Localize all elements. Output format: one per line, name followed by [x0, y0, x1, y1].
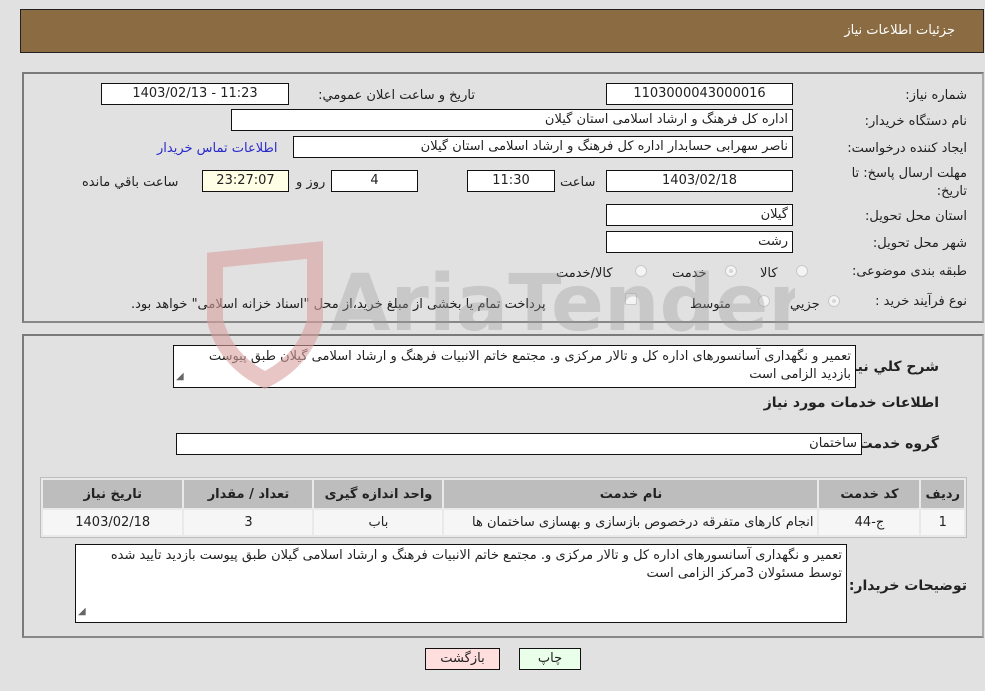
page-header: جزئیات اطلاعات نیاز: [20, 9, 984, 53]
col-need-date: تاریخ نیاز: [43, 480, 183, 508]
process-option-minor: جزيي: [790, 297, 820, 312]
need-number-field[interactable]: 1103000043000016: [606, 83, 793, 105]
table-header-row: ردیف کد خدمت نام خدمت واحد اندازه گیری ت…: [43, 480, 964, 508]
cell-need-date: 1403/02/18: [43, 510, 183, 535]
resize-grip-icon[interactable]: ◢: [78, 603, 86, 621]
time-remaining-label: ساعت باقي مانده: [82, 175, 179, 190]
deadline-label: مهلت ارسال پاسخ: تا تاریخ:: [851, 166, 967, 199]
cell-row-number: 1: [921, 510, 964, 535]
buyer-org-label: نام دستگاه خریدار:: [864, 114, 967, 129]
buyer-notes-label: توضیحات خریدار:: [848, 578, 967, 594]
process-label: نوع فرآیند خرید :: [875, 294, 967, 309]
deadline-time-field[interactable]: 11:30: [467, 170, 555, 192]
deadline-date-field[interactable]: 1403/02/18: [606, 170, 793, 192]
category-option-goods-service: کالا/خدمت: [556, 266, 613, 281]
cell-unit: باب: [314, 510, 443, 535]
print-button[interactable]: چاپ: [519, 648, 581, 670]
city-field[interactable]: رشت: [606, 231, 793, 253]
col-quantity: تعداد / مقدار: [184, 480, 313, 508]
requester-label: ایجاد کننده درخواست:: [847, 141, 967, 156]
province-field[interactable]: گیلان: [606, 204, 793, 226]
resize-grip-icon[interactable]: ◢: [176, 368, 184, 386]
services-table: ردیف کد خدمت نام خدمت واحد اندازه گیری ت…: [40, 477, 967, 538]
announce-label: تاریخ و ساعت اعلان عمومي:: [318, 88, 475, 103]
cell-service-name: انجام کارهای متفرقه درخصوص بازسازی و بهس…: [444, 510, 818, 535]
col-service-name: نام خدمت: [444, 480, 818, 508]
process-radio-medium[interactable]: [758, 295, 770, 307]
days-label: روز و: [296, 175, 326, 190]
buyer-contact-link[interactable]: اطلاعات تماس خریدار: [157, 141, 277, 156]
treasury-note: پرداخت تمام یا بخشی از مبلغ خرید،از محل …: [131, 297, 546, 312]
time-remaining-field: 23:27:07: [202, 170, 289, 192]
deadline-time-label: ساعت: [560, 175, 596, 190]
city-label: شهر محل تحویل:: [872, 236, 967, 251]
province-label: استان محل تحویل:: [865, 209, 967, 224]
col-service-code: کد خدمت: [819, 480, 920, 508]
process-option-medium: متوسط: [690, 297, 731, 312]
category-radio-service[interactable]: [725, 265, 737, 277]
requester-field[interactable]: ناصر سهرابی حسابدار اداره کل فرهنگ و ارش…: [293, 136, 793, 158]
cell-service-code: ج-44: [819, 510, 920, 535]
summary-text: تعمیر و نگهداری آسانسورهای اداره کل و تا…: [208, 349, 851, 382]
buyer-notes-textarea[interactable]: تعمیر و نگهداری آسانسورهای اداره کل و تا…: [75, 544, 847, 623]
need-number-label: شماره نیاز:: [905, 88, 967, 103]
category-option-goods: کالا: [760, 266, 778, 281]
category-radio-goods[interactable]: [796, 265, 808, 277]
process-radio-minor[interactable]: [828, 295, 840, 307]
services-heading: اطلاعات خدمات مورد نیاز: [763, 395, 939, 411]
cell-quantity: 3: [184, 510, 313, 535]
days-remaining-field[interactable]: 4: [331, 170, 418, 192]
col-row-number: ردیف: [921, 480, 964, 508]
announce-field[interactable]: 1403/02/13 - 11:23: [101, 83, 289, 105]
treasury-checkbox[interactable]: [625, 293, 637, 305]
table-row: 1 ج-44 انجام کارهای متفرقه درخصوص بازساز…: [43, 510, 964, 535]
page-title: جزئیات اطلاعات نیاز: [844, 23, 955, 38]
category-radio-goods-service[interactable]: [635, 265, 647, 277]
buyer-notes-text: تعمیر و نگهداری آسانسورهای اداره کل و تا…: [110, 548, 842, 581]
buyer-org-field[interactable]: اداره کل فرهنگ و ارشاد اسلامی استان گیلا…: [231, 109, 793, 131]
back-button[interactable]: بازگشت: [425, 648, 500, 670]
summary-textarea[interactable]: تعمیر و نگهداری آسانسورهای اداره کل و تا…: [173, 345, 856, 388]
category-label: طبقه بندی موضوعی:: [851, 264, 967, 279]
col-unit: واحد اندازه گیری: [314, 480, 443, 508]
service-group-field[interactable]: ساختمان: [176, 433, 862, 455]
category-option-service: خدمت: [672, 266, 707, 281]
service-group-label: گروه خدمت:: [853, 436, 939, 452]
